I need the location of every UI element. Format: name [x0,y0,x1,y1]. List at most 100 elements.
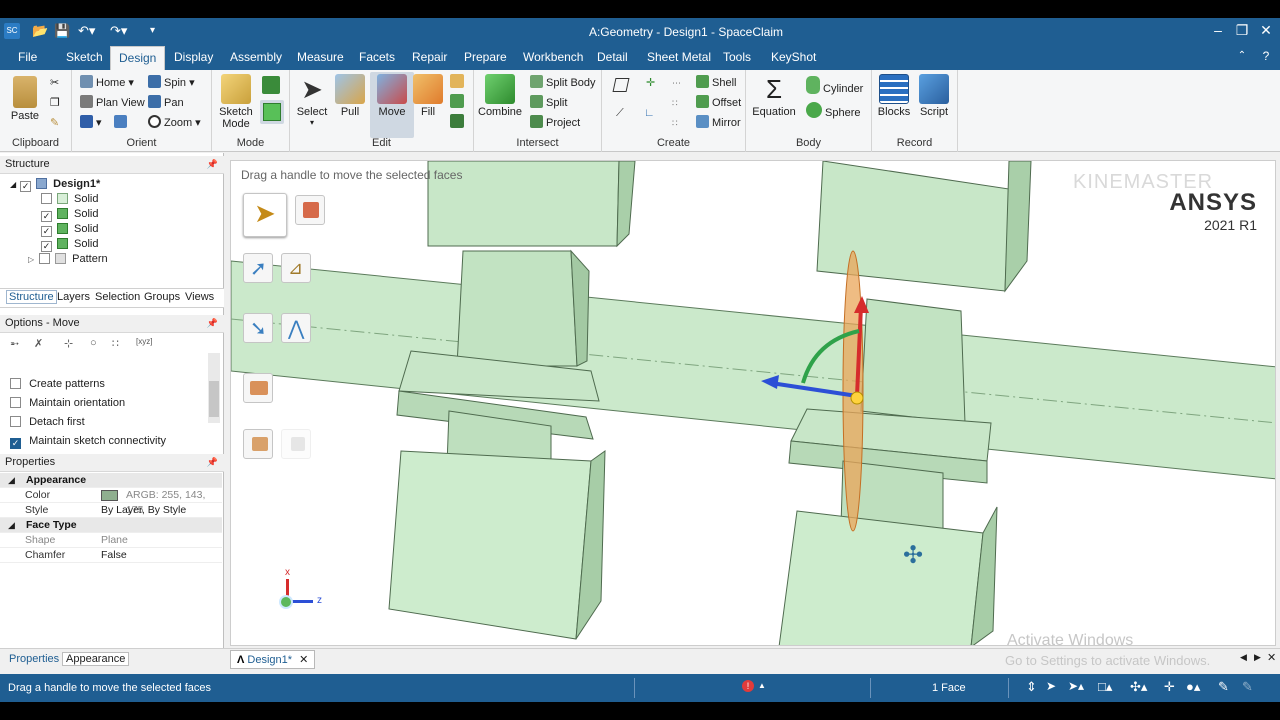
upper-block-right-side[interactable] [1004,161,1032,293]
lower-plate-right[interactable] [778,510,984,646]
ribbon-collapse-icon[interactable]: ⌃ [1232,50,1252,61]
collapse-icon[interactable]: ◢ [10,180,16,189]
pin-icon[interactable]: 📌 [207,315,218,332]
fill-button[interactable]: Fill [406,74,450,118]
equation-button[interactable]: Σ Equation [752,74,796,118]
close-icon[interactable]: ✕ [1256,22,1276,39]
cancel-tool[interactable] [281,429,311,459]
tab-sheet-metal[interactable]: Sheet Metal [639,46,719,70]
lower-plate[interactable] [388,450,592,640]
style-property[interactable]: Style By Layer, By Style [0,503,222,518]
create-patterns-checkbox[interactable] [10,378,21,389]
tab-detail[interactable]: Detail [589,46,636,70]
pull-button[interactable]: Pull [328,74,372,118]
pivot-option-icon[interactable]: ⊹ [64,337,73,350]
sketch-mode-button[interactable]: Sketch Mode [214,74,258,130]
model-canvas[interactable]: ✣ [231,161,1276,646]
visibility-checkbox[interactable] [39,253,51,264]
option-detach-first[interactable]: Detach first [10,413,85,431]
section-mode-icon[interactable] [262,76,280,94]
ruler-dimension-tool[interactable]: ⊿ [281,253,311,283]
restore-icon[interactable]: ❐ [1232,22,1252,39]
tab-layers[interactable]: Layers [57,291,90,303]
expand-icon[interactable]: ▷ [28,255,34,264]
replace-icon[interactable] [450,114,464,128]
document-tab[interactable]: Λ Design1* ✕ [230,650,316,669]
tree-root[interactable]: ◢ ✓ Design1* [10,177,100,192]
visibility-checkbox[interactable] [41,193,52,204]
select-body-tool[interactable] [295,195,325,225]
shaft[interactable] [231,260,1276,480]
close-doc-icon[interactable]: ✕ [1267,651,1276,664]
appearance-section[interactable]: ◢ Appearance [0,473,222,488]
tab-repair[interactable]: Repair [404,46,455,70]
tab-groups[interactable]: Groups [144,291,180,303]
move-option-icon[interactable]: ➵ [10,337,19,350]
help-icon[interactable]: ? [1256,49,1276,63]
blend-icon[interactable] [450,74,464,88]
ruler-option-icon[interactable]: ○ [90,337,97,349]
root-checkbox[interactable]: ✓ [20,181,32,192]
format-painter-icon[interactable]: ✎ [50,114,59,132]
move-anchor[interactable] [850,391,864,405]
cylinder-button[interactable]: Cylinder [806,76,863,95]
tab-file[interactable]: File [10,46,45,70]
tab-facets[interactable]: Facets [351,46,403,70]
tab-structure[interactable]: Structure [6,290,57,304]
project-button[interactable]: Project [530,114,580,132]
plan-view-button[interactable]: Plan View [80,94,145,112]
select-pointer-icon[interactable]: ➤▴ [1068,679,1084,693]
tab-views[interactable]: Views [185,291,214,303]
tab-scroll-left-icon[interactable]: ◀ [1240,652,1247,663]
snap-view-button[interactable] [114,114,130,132]
move-body-tool[interactable] [243,373,273,403]
origin-icon[interactable]: ✛ [646,74,655,92]
axis-line-icon[interactable]: ⟋ [616,104,624,122]
tree-item-solid[interactable]: ✓ Solid [41,237,98,252]
pen-icon[interactable]: ✎ [1218,679,1229,695]
copy-icon[interactable]: ❐ [50,94,60,112]
tab-selection[interactable]: Selection [95,291,140,303]
collapse-icon[interactable]: ◢ [8,518,15,533]
tree-item-pattern[interactable]: ▷ Pattern [28,252,108,267]
split-button[interactable]: Split [530,94,567,112]
spin-button[interactable]: Spin ▾ [148,74,195,92]
plane-icon[interactable] [612,78,630,92]
home-button[interactable]: Home ▾ [80,74,134,92]
visibility-checkbox[interactable]: ✓ [41,241,52,252]
script-button[interactable]: Script [912,74,956,118]
visibility-checkbox[interactable]: ✓ [41,226,52,237]
vertical-block-right[interactable] [860,298,966,424]
select-mode-icon[interactable]: ⇕ [1026,679,1037,695]
maintain-sketch-connectivity-checkbox[interactable]: ✓ [10,438,21,449]
tab-keyshot[interactable]: KeyShot [763,46,824,70]
cut-icon[interactable]: ✂ [50,74,59,92]
error-dropdown-icon[interactable]: ▲ [758,681,766,690]
mirror-button[interactable]: Mirror [696,114,741,132]
grid-pattern-icon[interactable]: ∷ [672,94,678,112]
vertical-block[interactable] [456,250,578,367]
dimension-option-icon[interactable]: [xyz] [136,337,152,346]
pin-icon[interactable]: 📌 [207,454,218,471]
graphics-viewport[interactable]: ✣ Drag a handle to move the selected fac… [230,160,1276,646]
anchor-option-icon[interactable]: ✗ [34,337,43,350]
minimize-icon[interactable]: – [1208,22,1228,38]
tab-appearance[interactable]: Appearance [62,652,130,666]
detach-first-checkbox[interactable] [10,416,21,427]
3d-mode-icon[interactable] [260,100,284,124]
view-cube-button[interactable]: ▾ [80,114,102,132]
tree-item-solid[interactable]: ✓ Solid [41,207,98,222]
tab-properties[interactable]: Properties [9,653,59,665]
box-select-icon[interactable]: □▴ [1098,679,1112,695]
tab-display[interactable]: Display [166,46,221,70]
split-body-button[interactable]: Split Body [530,74,596,92]
blocks-button[interactable]: Blocks [872,74,916,118]
tab-design[interactable]: Design [110,46,166,70]
spin-view-icon[interactable]: ✣▴ [1130,679,1147,695]
close-tab-icon[interactable]: ✕ [299,654,308,666]
complete-tool[interactable] [243,429,273,459]
up-to-tool[interactable]: ➘ [243,313,273,343]
tab-tools[interactable]: Tools [715,46,759,70]
move-along-trajectory-tool[interactable]: ➚ [243,253,273,283]
color-property[interactable]: Color ARGB: 255, 143, 175 [0,488,222,516]
